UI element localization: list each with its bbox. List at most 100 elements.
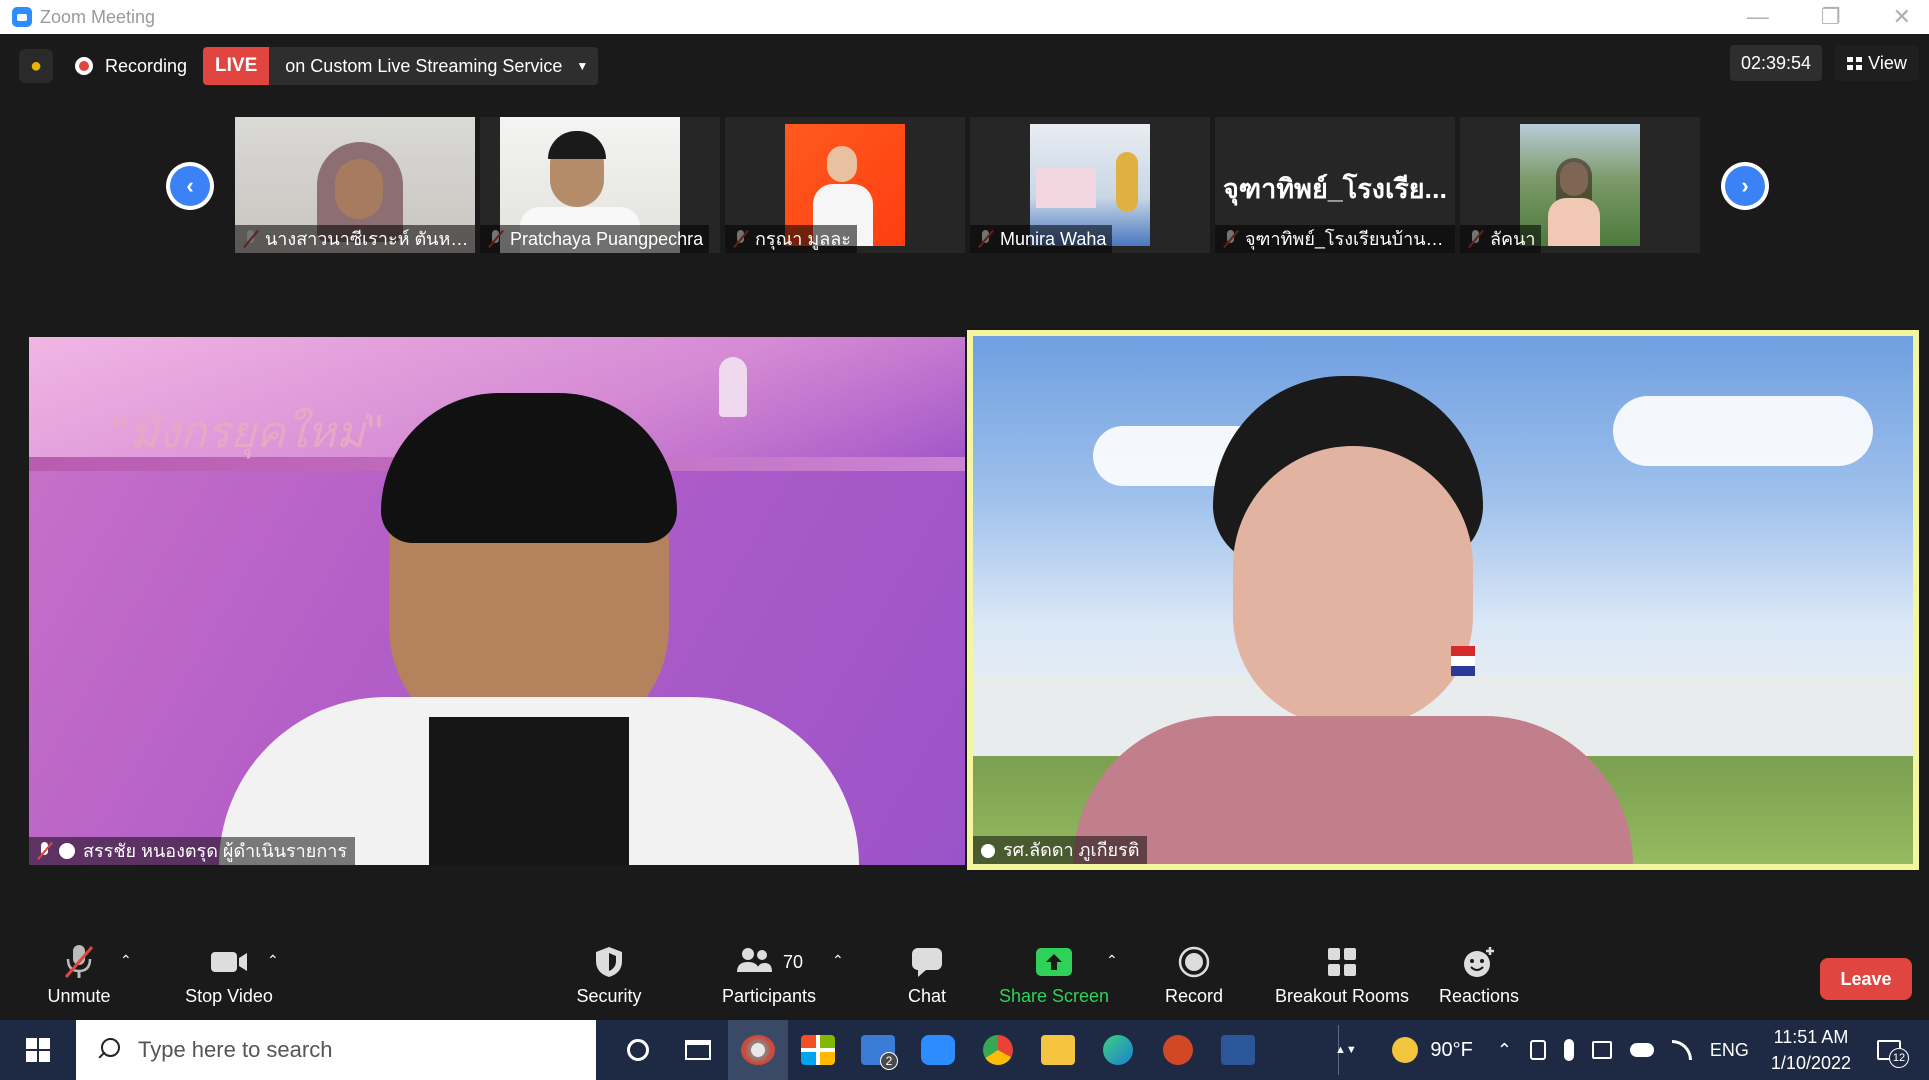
hotspot-app-icon: [741, 1035, 775, 1065]
previous-page-button[interactable]: ‹: [166, 162, 214, 210]
unmute-label: Unmute: [47, 986, 111, 1006]
powerpoint-icon: [1163, 1035, 1193, 1065]
chrome-icon: [983, 1035, 1013, 1065]
chevron-up-icon[interactable]: ⌃: [1497, 1040, 1512, 1061]
share-options-icon[interactable]: ⌃: [1106, 952, 1118, 969]
system-tray: ▲▼ 90°F ⌃ ENG 11:51 AM 1/10/2022 12: [1335, 1020, 1929, 1080]
folder-icon: [1041, 1035, 1075, 1065]
word-icon: [1221, 1035, 1255, 1065]
active-speaker-frame: รศ.ลัดดา ภูเกียรติ: [967, 330, 1919, 870]
participant-tile[interactable]: ลัคนา: [1460, 117, 1700, 253]
wifi-icon[interactable]: [1671, 1040, 1692, 1060]
taskbar-app-zoom[interactable]: [908, 1020, 968, 1080]
taskbar-scroll-icon[interactable]: ▲▼: [1335, 1025, 1357, 1075]
reactions-button[interactable]: Reactions: [1424, 940, 1534, 1020]
meeting-window: ● Recording LIVE on Custom Live Streamin…: [9, 34, 1929, 1020]
slide-title: "มังกรยุคใหม่": [109, 407, 385, 458]
meeting-topbar: ● Recording LIVE on Custom Live Streamin…: [19, 46, 599, 86]
taskbar-app-chrome[interactable]: [968, 1020, 1028, 1080]
chat-button[interactable]: Chat: [877, 940, 977, 1020]
smiley-icon: [1462, 940, 1496, 984]
taskbar-app-hotspot[interactable]: [728, 1020, 788, 1080]
speaker-video-right[interactable]: [973, 336, 1913, 864]
participants-options-icon[interactable]: ⌃: [832, 952, 844, 969]
language-indicator[interactable]: ENG: [1710, 1040, 1749, 1061]
participant-display-name: จุฑาทิพย์_โรงเรีย...: [1222, 174, 1448, 204]
participant-tile[interactable]: นางสาวนาซีเราะห์ ตันหยง...: [235, 117, 475, 253]
zoom-logo-icon: [12, 7, 32, 27]
recording-icon: [75, 57, 93, 75]
taskbar-clock[interactable]: 11:51 AM 1/10/2022: [1771, 1024, 1851, 1076]
speaker-video-left[interactable]: "มังกรยุคใหม่" สรรชัย หนองตรุด ผู้ดำเนิน…: [29, 337, 965, 865]
unmute-button[interactable]: Unmute: [29, 940, 129, 1020]
share-screen-button[interactable]: Share Screen: [989, 940, 1119, 1020]
mail-badge: 2: [880, 1052, 898, 1070]
security-label: Security: [576, 986, 642, 1006]
speaker-face: [1233, 446, 1473, 726]
onedrive-cloud-icon[interactable]: [1629, 1043, 1654, 1057]
microphone-icon[interactable]: [1563, 1039, 1574, 1061]
minimize-icon[interactable]: —: [1747, 4, 1769, 30]
start-button[interactable]: [0, 1020, 76, 1080]
search-icon: [96, 1038, 120, 1062]
clock-time: 11:51 AM: [1773, 1027, 1849, 1047]
weather-temperature[interactable]: 90°F: [1430, 1039, 1472, 1062]
participants-icon: [735, 946, 773, 979]
notification-count: 12: [1889, 1048, 1909, 1068]
windows-taskbar: Type here to search 2 ▲▼ 90°F ⌃ ENG 11:5…: [0, 1020, 1929, 1080]
taskbar-search-box[interactable]: Type here to search: [76, 1020, 596, 1080]
muted-mic-icon: [62, 940, 96, 984]
taskbar-app-mail[interactable]: 2: [848, 1020, 908, 1080]
record-label: Record: [1164, 986, 1224, 1006]
grid-icon: [1847, 56, 1863, 70]
close-icon[interactable]: ✕: [1893, 4, 1911, 30]
weather-sun-icon[interactable]: [1392, 1037, 1419, 1063]
record-button[interactable]: Record: [1144, 940, 1244, 1020]
restore-icon[interactable]: ❐: [1821, 4, 1841, 30]
video-options-icon[interactable]: ⌃: [267, 952, 279, 969]
chevron-left-icon: ‹: [170, 166, 210, 206]
share-screen-icon: [1035, 940, 1073, 984]
display-icon[interactable]: [1591, 1041, 1612, 1059]
live-badge: LIVE: [203, 47, 270, 85]
participant-name: นางสาวนาซีเราะห์ ตันหยง...: [235, 225, 475, 253]
taskbar-app-powerpoint[interactable]: [1148, 1020, 1208, 1080]
live-stream-dropdown[interactable]: LIVE on Custom Live Streaming Service ▼: [203, 47, 599, 85]
university-emblem-icon: [719, 357, 747, 417]
taskbar-app-explorer[interactable]: [1028, 1020, 1088, 1080]
task-view-button[interactable]: [668, 1020, 728, 1080]
security-button[interactable]: Security: [559, 940, 659, 1020]
notifications-button[interactable]: 12: [1869, 1020, 1909, 1080]
taskbar-app-store[interactable]: [788, 1020, 848, 1080]
participants-count: 70: [782, 951, 804, 972]
search-placeholder: Type here to search: [138, 1037, 333, 1062]
participant-tile[interactable]: Pratchaya Puangpechra: [480, 117, 720, 253]
meeting-timer: 02:39:54: [1730, 45, 1822, 81]
breakout-rooms-label: Breakout Rooms: [1274, 986, 1410, 1006]
leave-button[interactable]: Leave: [1820, 958, 1912, 1000]
participant-name: ลัคนา: [1460, 225, 1542, 253]
taskbar-app-edge[interactable]: [1088, 1020, 1148, 1080]
cortana-button[interactable]: [608, 1020, 668, 1080]
participant-name: กรุณา มูลละ: [725, 225, 857, 253]
taskbar-app-word[interactable]: [1208, 1020, 1268, 1080]
stop-video-label: Stop Video: [185, 986, 273, 1006]
chat-label: Chat: [907, 986, 947, 1006]
speaker-name: รศ.ลัดดา ภูเกียรติ: [973, 836, 1148, 864]
chevron-right-icon: ›: [1725, 166, 1765, 206]
pin-icon: [981, 844, 995, 858]
participant-tile[interactable]: กรุณา มูลละ: [725, 117, 965, 253]
window-title: Zoom Meeting: [40, 6, 156, 27]
view-button[interactable]: View: [1835, 45, 1919, 81]
breakout-rooms-button[interactable]: Breakout Rooms: [1257, 940, 1427, 1020]
participants-button[interactable]: 70 Participants: [709, 940, 829, 1020]
shield-icon: [593, 940, 625, 984]
participant-tile[interactable]: Munira Waha: [970, 117, 1210, 253]
participant-tile[interactable]: จุฑาทิพย์_โรงเรีย... จุฑาทิพย์_โรงเรียนบ…: [1215, 117, 1455, 253]
record-icon: [1178, 940, 1210, 984]
recording-label: Recording: [105, 55, 188, 76]
audio-options-icon[interactable]: ⌃: [120, 952, 132, 969]
next-page-button[interactable]: ›: [1721, 162, 1769, 210]
device-icon[interactable]: [1529, 1040, 1546, 1060]
encryption-shield-icon[interactable]: ●: [19, 49, 53, 83]
